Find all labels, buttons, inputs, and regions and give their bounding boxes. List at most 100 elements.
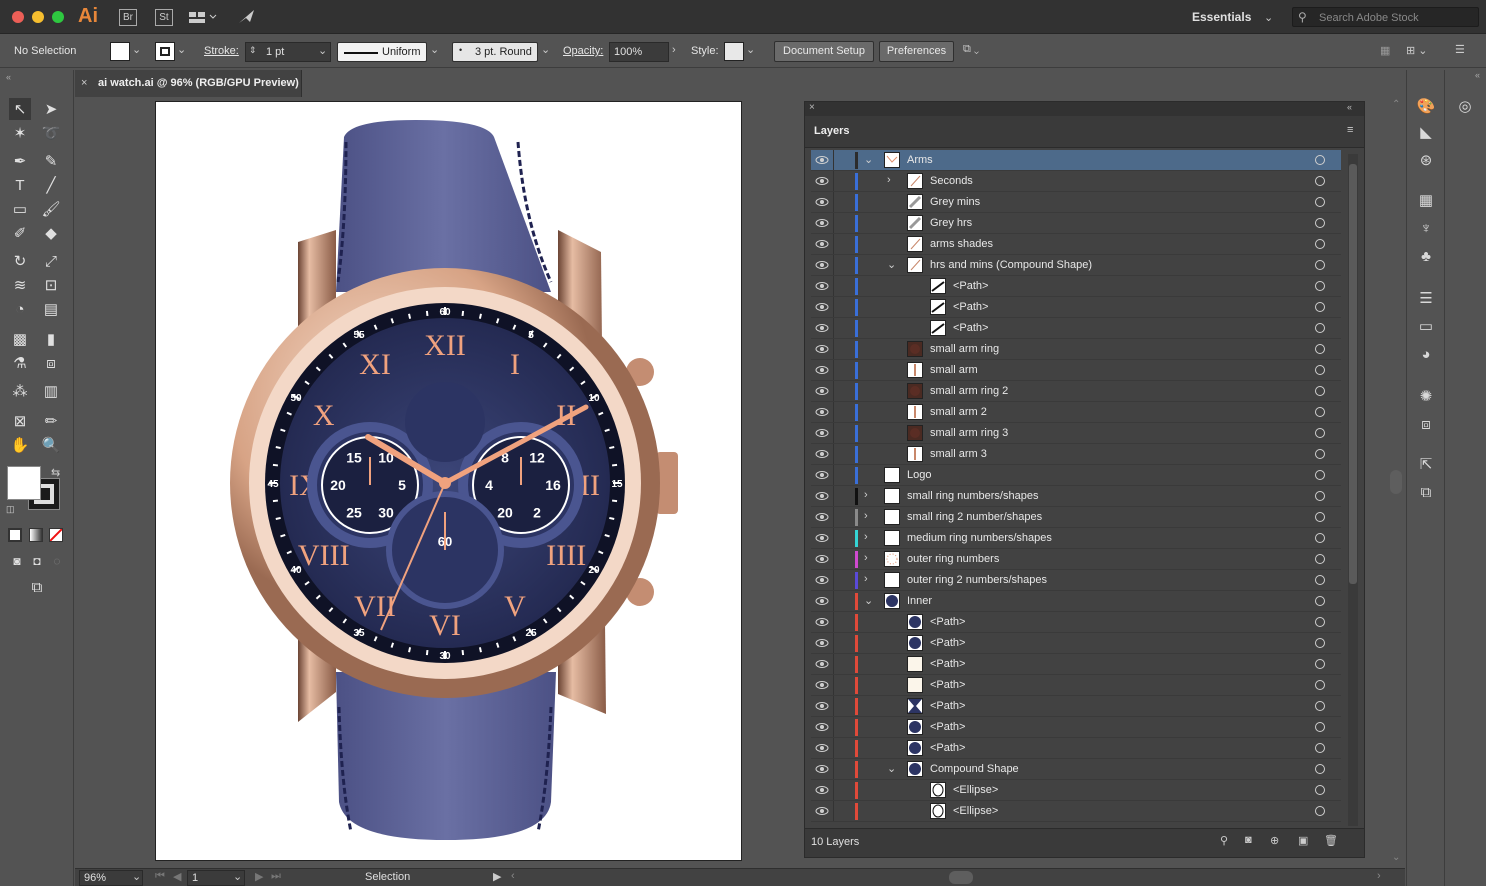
close-window-button[interactable] (12, 11, 24, 23)
lock-toggle[interactable] (833, 801, 834, 821)
target-circle-icon[interactable] (1315, 428, 1325, 438)
layer-row[interactable]: small arm 2 (811, 402, 1341, 423)
chevron-right-icon[interactable]: › (887, 174, 891, 186)
lock-toggle[interactable] (833, 591, 834, 611)
lock-toggle[interactable] (833, 738, 834, 758)
layer-row[interactable]: Grey mins (811, 192, 1341, 213)
lock-toggle[interactable] (833, 234, 834, 254)
lock-toggle[interactable] (833, 423, 834, 443)
swap-colors-icon[interactable]: ⇆ (51, 466, 60, 479)
zoom-window-button[interactable] (52, 11, 64, 23)
gradient-panel-icon[interactable]: ▭ (1414, 314, 1438, 338)
opacity-field[interactable]: 100% (609, 42, 669, 62)
opacity-label[interactable]: Opacity: (563, 45, 603, 57)
layer-row[interactable]: <Ellipse> (811, 780, 1341, 801)
align-icon[interactable]: ▦ (1380, 44, 1390, 57)
visibility-eye-icon[interactable] (815, 448, 829, 460)
libraries-icon[interactable]: ⊛ (1414, 148, 1438, 172)
layer-row[interactable]: small arm ring (811, 339, 1341, 360)
target-circle-icon[interactable] (1315, 491, 1325, 501)
fill-color-box[interactable] (7, 466, 41, 500)
panel-menu-icon[interactable]: ≡ (1347, 124, 1353, 136)
lock-toggle[interactable] (833, 276, 834, 296)
type-tool-icon[interactable]: T (9, 174, 31, 196)
visibility-eye-icon[interactable] (815, 238, 829, 250)
color-mode-icon[interactable] (8, 528, 22, 542)
document-setup-button[interactable]: Document Setup (774, 41, 874, 62)
target-circle-icon[interactable] (1315, 596, 1325, 606)
lock-toggle[interactable] (833, 717, 834, 737)
chevron-down-icon[interactable]: ⌄ (864, 153, 873, 166)
curvature-tool-icon[interactable]: ✎ (40, 150, 62, 172)
visibility-eye-icon[interactable] (815, 322, 829, 334)
collapse-icon[interactable]: « (6, 72, 11, 82)
lock-toggle[interactable] (833, 780, 834, 800)
mesh-tool-icon[interactable]: ▩ (9, 328, 31, 350)
arrange-documents-icon[interactable] (188, 9, 218, 26)
layer-row[interactable]: ⌄ Compound Shape (811, 759, 1341, 780)
target-circle-icon[interactable] (1315, 386, 1325, 396)
preferences-button[interactable]: Preferences (879, 41, 954, 62)
layer-row[interactable]: Grey hrs (811, 213, 1341, 234)
perspective-grid-icon[interactable]: ▤ (40, 298, 62, 320)
chevron-right-icon[interactable]: › (864, 552, 868, 564)
layers-scrollbar[interactable] (1348, 154, 1358, 826)
target-circle-icon[interactable] (1315, 575, 1325, 585)
lock-toggle[interactable] (833, 297, 834, 317)
chevron-down-icon[interactable]: ⌄ (132, 43, 141, 56)
arrange-icon[interactable]: ⧉ ⌄ (963, 43, 997, 61)
visibility-eye-icon[interactable] (815, 469, 829, 481)
selection-tool-icon[interactable]: ↖ (9, 98, 31, 120)
stock-search-field[interactable]: ⚲ Search Adobe Stock (1292, 7, 1479, 27)
lock-toggle[interactable] (833, 570, 834, 590)
target-circle-icon[interactable] (1315, 239, 1325, 249)
lock-toggle[interactable] (833, 360, 834, 380)
target-circle-icon[interactable] (1315, 155, 1325, 165)
layer-row[interactable]: <Path> (811, 276, 1341, 297)
horizontal-scroll-thumb[interactable] (949, 871, 973, 884)
scroll-left-icon[interactable]: ‹ (511, 870, 515, 882)
direct-selection-tool-icon[interactable]: ➤ (40, 98, 62, 120)
transparency-icon[interactable]: ◕ (1414, 342, 1438, 366)
collapse-panel-icon[interactable]: « (1347, 102, 1352, 112)
chevron-right-icon[interactable]: › (672, 44, 676, 56)
visibility-eye-icon[interactable] (815, 742, 829, 754)
hand-tool-icon[interactable]: ✋ (9, 434, 31, 456)
lock-toggle[interactable] (833, 381, 834, 401)
layer-row[interactable]: <Path> (811, 717, 1341, 738)
visibility-eye-icon[interactable] (815, 217, 829, 229)
chevron-down-icon[interactable]: ⌄ (132, 870, 141, 883)
visibility-eye-icon[interactable] (815, 616, 829, 628)
close-tab-icon[interactable]: × (81, 70, 87, 97)
visibility-eye-icon[interactable] (815, 154, 829, 166)
lock-toggle[interactable] (833, 192, 834, 212)
vertical-scroll-thumb[interactable] (1390, 470, 1402, 494)
target-circle-icon[interactable] (1315, 281, 1325, 291)
document-tab[interactable]: × ai watch.ai @ 96% (RGB/GPU Preview) (75, 70, 302, 97)
layer-row[interactable]: small arm 3 (811, 444, 1341, 465)
scroll-up-icon[interactable]: ⌃ (1392, 99, 1400, 110)
symbols-icon[interactable]: ♣ (1414, 244, 1438, 268)
slice-tool-icon[interactable]: ✏ (40, 410, 62, 432)
rotate-tool-icon[interactable]: ↻ (9, 250, 31, 272)
graph-tool-icon[interactable]: ▥ (40, 380, 62, 402)
delete-layer-icon[interactable]: 🗑 (1324, 834, 1338, 847)
lock-toggle[interactable] (833, 759, 834, 779)
chevron-down-icon[interactable]: ⌄ (887, 762, 896, 775)
make-clipping-mask-icon[interactable]: ◙ (1245, 834, 1252, 846)
cc-libraries-icon[interactable]: ◎ (1453, 94, 1477, 118)
line-tool-icon[interactable]: ╱ (40, 174, 62, 196)
transform-icon[interactable]: ⊞ ⌄ (1406, 44, 1428, 57)
target-circle-icon[interactable] (1315, 449, 1325, 459)
lock-toggle[interactable] (833, 549, 834, 569)
appearance-icon[interactable]: ✺ (1414, 384, 1438, 408)
layer-row[interactable]: › outer ring 2 numbers/shapes (811, 570, 1341, 591)
lock-toggle[interactable] (833, 339, 834, 359)
gpu-performance-icon[interactable] (236, 8, 258, 26)
eraser-icon[interactable]: ◆ (40, 222, 62, 244)
gradient-tool-icon[interactable]: ▮ (40, 328, 62, 350)
visibility-eye-icon[interactable] (815, 763, 829, 775)
layer-row[interactable]: small arm ring 2 (811, 381, 1341, 402)
stroke-panel-icon[interactable]: ☰ (1414, 286, 1438, 310)
visibility-eye-icon[interactable] (815, 595, 829, 607)
